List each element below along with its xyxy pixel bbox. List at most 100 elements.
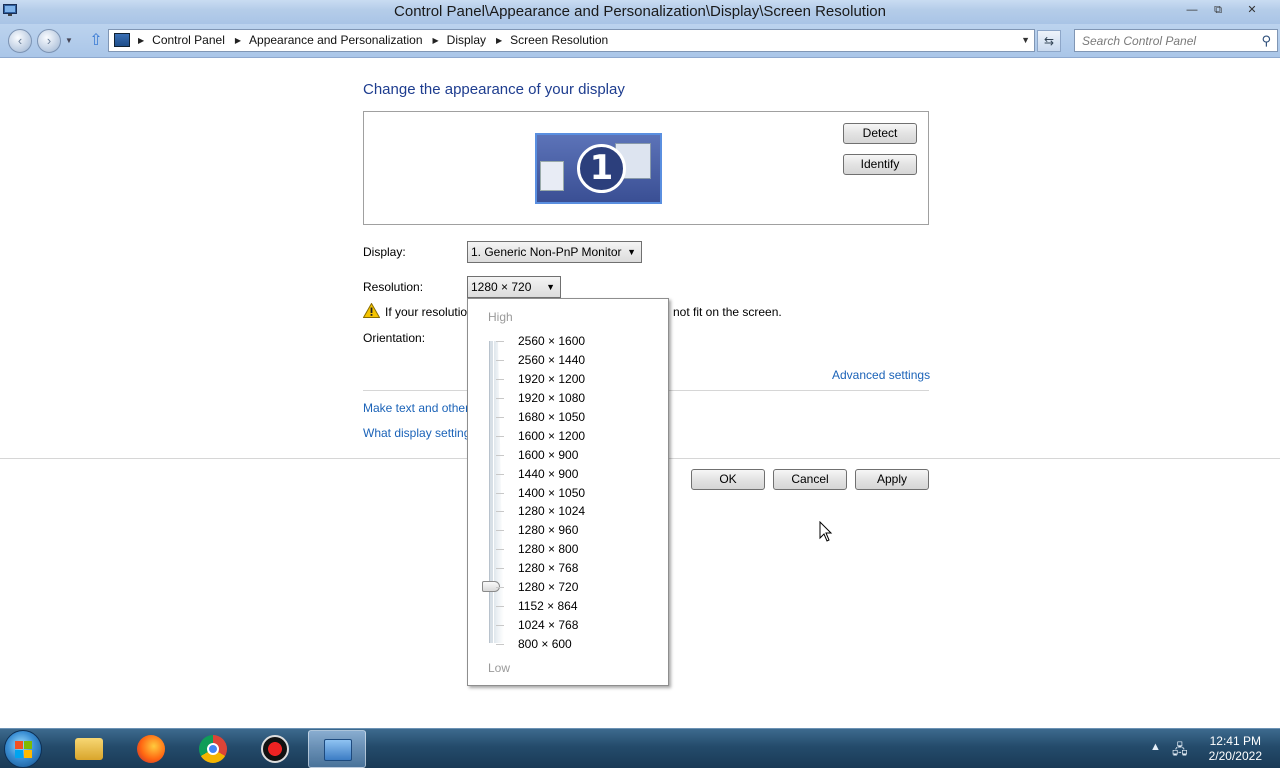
taskbar-chrome[interactable] bbox=[184, 730, 242, 768]
title-bar: Control Panel\Appearance and Personaliza… bbox=[0, 0, 1280, 24]
resolution-dropdown: High 2560 × 1600 2560 × 1440 1920 × 1200 19… bbox=[467, 298, 669, 686]
breadcrumb-separator-icon[interactable]: ▶ bbox=[433, 36, 439, 45]
resolution-option-label: 1280 × 720 bbox=[518, 580, 579, 595]
restore-icon: ⧉ bbox=[1214, 4, 1222, 16]
resolution-option[interactable]: 2560 × 1440 bbox=[496, 351, 666, 370]
breadcrumb-appearance[interactable]: Appearance and Personalization bbox=[249, 33, 422, 47]
slider-tick bbox=[496, 454, 504, 456]
resolution-option[interactable]: 1920 × 1080 bbox=[496, 389, 666, 408]
resolution-option[interactable]: 2560 × 1600 bbox=[496, 332, 666, 351]
slider-low-label: Low bbox=[488, 661, 511, 675]
resolution-option[interactable]: 1280 × 800 bbox=[496, 540, 666, 559]
warning-text-start: If your resolutio bbox=[385, 305, 468, 319]
recent-pages-dropdown[interactable]: ▼ bbox=[65, 36, 73, 45]
recorder-icon bbox=[261, 735, 289, 763]
search-icon[interactable]: ⚲ bbox=[1261, 33, 1271, 49]
ok-button[interactable]: OK bbox=[691, 469, 765, 490]
slider-tick bbox=[496, 341, 504, 342]
minimize-icon: — bbox=[1186, 4, 1198, 16]
taskbar-control-panel[interactable] bbox=[308, 730, 366, 768]
resolution-option[interactable]: 1920 × 1200 bbox=[496, 370, 666, 389]
chevron-down-icon: ▼ bbox=[546, 282, 555, 292]
mouse-cursor-icon bbox=[819, 521, 833, 542]
chevron-down-icon: ▼ bbox=[627, 247, 636, 257]
address-bar[interactable]: ▶ Control Panel ▶ Appearance and Persona… bbox=[108, 29, 1035, 52]
start-button[interactable] bbox=[4, 730, 42, 768]
resolution-option[interactable]: 1280 × 960 bbox=[496, 521, 666, 540]
identify-button[interactable]: Identify bbox=[843, 154, 917, 175]
taskbar-firefox[interactable] bbox=[122, 730, 180, 768]
resolution-option[interactable]: 1400 × 1050 bbox=[496, 484, 666, 503]
control-panel-icon bbox=[114, 33, 130, 47]
taskbar-recorder[interactable] bbox=[246, 730, 304, 768]
slider-tick bbox=[496, 549, 504, 551]
resolution-option[interactable]: 1280 × 720 bbox=[496, 578, 666, 597]
breadcrumb-control-panel[interactable]: Control Panel bbox=[152, 33, 225, 47]
display-select[interactable]: 1. Generic Non-PnP Monitor ▼ bbox=[467, 241, 642, 263]
show-hidden-icons-button[interactable]: ▲ bbox=[1150, 741, 1161, 753]
resolution-option[interactable]: 1600 × 900 bbox=[496, 446, 666, 465]
resolution-option-label: 2560 × 1440 bbox=[518, 352, 586, 367]
close-button[interactable]: ✕ bbox=[1240, 2, 1264, 18]
slider-tick bbox=[496, 473, 504, 475]
resolution-option[interactable]: 800 × 600 bbox=[496, 635, 666, 654]
resolution-option[interactable]: 1280 × 1024 bbox=[496, 502, 666, 521]
cancel-button[interactable]: Cancel bbox=[773, 469, 847, 490]
navigation-bar: ‹ › ▼ ⇧ ▶ Control Panel ▶ Appearance and… bbox=[0, 24, 1280, 58]
slider-tick bbox=[496, 511, 504, 513]
breadcrumb-separator-icon[interactable]: ▶ bbox=[235, 36, 241, 45]
back-button[interactable]: ‹ bbox=[8, 29, 32, 53]
slider-tick bbox=[496, 416, 504, 418]
taskbar-explorer[interactable] bbox=[60, 730, 118, 768]
slider-tick bbox=[496, 492, 504, 494]
resolution-select-value: 1280 × 720 bbox=[471, 280, 532, 294]
display-settings-help-link[interactable]: What display setting bbox=[363, 426, 470, 440]
breadcrumb-screen-resolution[interactable]: Screen Resolution bbox=[510, 33, 608, 47]
up-level-button[interactable]: ⇧ bbox=[88, 32, 104, 50]
network-icon[interactable]: 🖧 bbox=[1172, 739, 1188, 763]
resolution-option[interactable]: 1680 × 1050 bbox=[496, 408, 666, 427]
breadcrumb-separator-icon[interactable]: ▶ bbox=[496, 36, 502, 45]
resolution-option[interactable]: 1600 × 1200 bbox=[496, 427, 666, 446]
refresh-icon: ⇆ bbox=[1043, 34, 1055, 48]
search-input[interactable]: Search Control Panel bbox=[1082, 34, 1196, 48]
resolution-option-label: 1440 × 900 bbox=[518, 466, 579, 481]
resolution-option[interactable]: 1280 × 768 bbox=[496, 559, 666, 578]
forward-button[interactable]: › bbox=[37, 29, 61, 53]
resolution-option-label: 2560 × 1600 bbox=[518, 334, 586, 348]
back-arrow-icon: ‹ bbox=[17, 33, 23, 48]
taskbar-clock[interactable]: 12:41 PM 2/20/2022 bbox=[1209, 734, 1262, 764]
breadcrumb-separator-icon[interactable]: ▶ bbox=[138, 36, 144, 45]
apply-button[interactable]: Apply bbox=[855, 469, 929, 490]
resolution-option-label: 1280 × 768 bbox=[518, 561, 579, 576]
resolution-option[interactable]: 1440 × 900 bbox=[496, 465, 666, 484]
slider-tick bbox=[496, 606, 504, 608]
slider-tick bbox=[496, 397, 504, 399]
resolution-select[interactable]: 1280 × 720 ▼ bbox=[467, 276, 561, 298]
chrome-icon bbox=[199, 735, 227, 763]
firefox-icon bbox=[137, 735, 165, 763]
breadcrumb-display[interactable]: Display bbox=[447, 33, 486, 47]
address-dropdown-button[interactable]: ▼ bbox=[1021, 35, 1030, 45]
resolution-option-label: 1280 × 1024 bbox=[518, 504, 586, 519]
search-box[interactable]: Search Control Panel ⚲ bbox=[1074, 29, 1278, 52]
text-size-link[interactable]: Make text and other bbox=[363, 401, 469, 415]
warning-icon bbox=[363, 303, 380, 318]
resolution-option[interactable]: 1024 × 768 bbox=[496, 616, 666, 635]
detect-button[interactable]: Detect bbox=[843, 123, 917, 144]
slider-tick bbox=[496, 625, 504, 627]
slider-tick bbox=[496, 644, 504, 645]
monitor-1-preview[interactable]: 1 bbox=[535, 133, 662, 204]
resolution-option-label: 1680 × 1050 bbox=[518, 409, 586, 424]
monitor-preview-panel: 1 Detect Identify bbox=[363, 111, 929, 225]
resolution-option[interactable]: 1152 × 864 bbox=[496, 597, 666, 616]
minimize-button[interactable]: — bbox=[1180, 2, 1204, 18]
advanced-settings-link[interactable]: Advanced settings bbox=[832, 368, 930, 382]
resolution-option-label: 800 × 600 bbox=[518, 637, 572, 651]
refresh-button[interactable]: ⇆ bbox=[1037, 30, 1061, 52]
forward-arrow-icon: › bbox=[46, 33, 52, 48]
restore-button[interactable]: ⧉ bbox=[1206, 2, 1230, 18]
resolution-option-label: 1280 × 960 bbox=[518, 523, 579, 538]
resolution-slider-track[interactable] bbox=[489, 341, 493, 643]
chevron-up-icon: ▲ bbox=[1150, 741, 1161, 753]
